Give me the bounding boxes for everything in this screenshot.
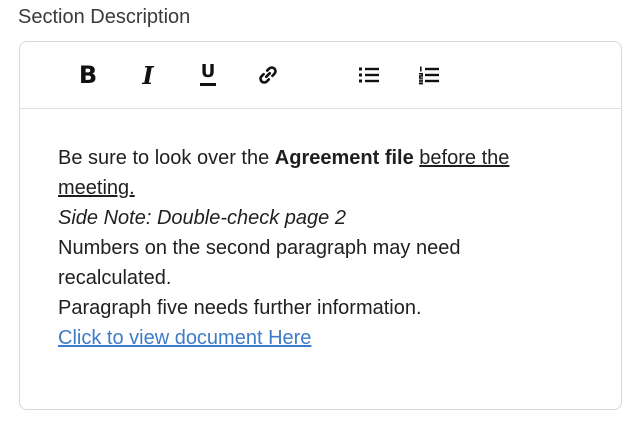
numbered-list-button[interactable] (414, 60, 444, 90)
link-icon (259, 66, 277, 84)
bulleted-list-button[interactable] (354, 60, 384, 90)
numbers-note-text: Numbers on the second paragraph may need… (58, 237, 461, 289)
section-description-label: Section Description (18, 6, 191, 28)
paragraph-five-note-text: Paragraph five needs further information… (58, 297, 422, 319)
italic-icon: I (142, 60, 154, 90)
view-document-link[interactable]: Click to view document Here (58, 327, 311, 349)
editor-content[interactable]: Be sure to look over the Agreement file … (58, 143, 578, 353)
rich-text-editor[interactable]: B I U Be sure to look over the Agreement… (19, 41, 622, 410)
bold-button[interactable]: B (73, 60, 103, 90)
insert-link-button[interactable] (253, 60, 283, 90)
underline-icon: U (200, 61, 216, 86)
side-note-italic-text: Side Note: Double-check page 2 (58, 207, 346, 229)
editor-toolbar: B I U (20, 42, 621, 109)
underline-icon-letter: U (200, 61, 216, 83)
bold-icon: B (78, 61, 98, 89)
content-paragraph-agreement: Be sure to look over the Agreement file … (58, 143, 578, 203)
bulleted-list-icon (359, 67, 379, 83)
underline-icon-bar (200, 83, 216, 86)
agreement-prefix-text: Be sure to look over the (58, 147, 275, 169)
underline-button[interactable]: U (193, 60, 223, 90)
numbered-list-icon (419, 66, 439, 85)
agreement-file-bold-text: Agreement file (274, 147, 414, 169)
italic-button[interactable]: I (133, 60, 163, 90)
